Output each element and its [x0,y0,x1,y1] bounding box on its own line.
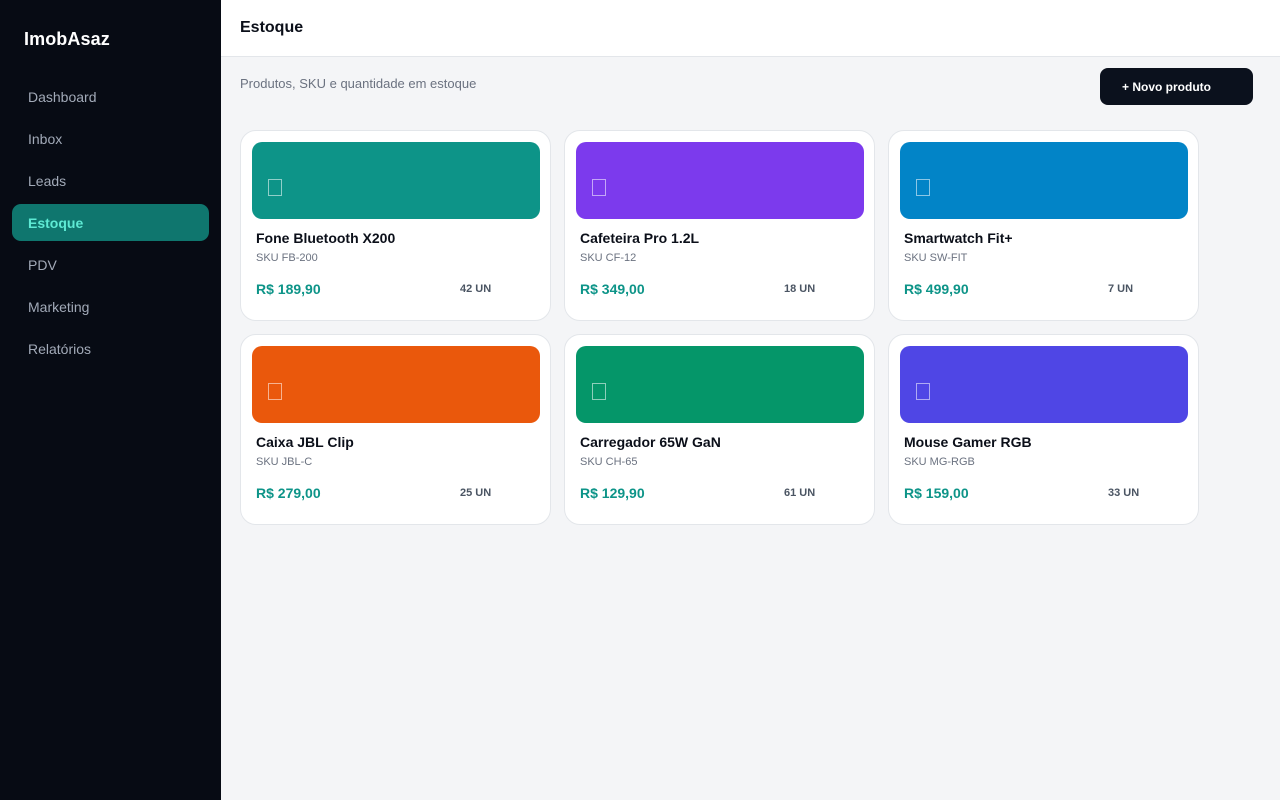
product-quantity: 25 UN [460,487,492,499]
product-name: Fone Bluetooth X200 [256,230,396,246]
new-product-button[interactable]: + Novo produto [1100,68,1253,105]
product-sku: SKU CH-65 [580,456,638,468]
image-placeholder-icon [916,383,930,400]
product-name: Carregador 65W GaN [580,434,721,450]
product-price: R$ 349,00 [580,281,645,297]
sidebar: ImobAsaz Dashboard Inbox Leads Estoque PDV Ma… [0,0,221,800]
page-title: Estoque [240,19,304,36]
product-card[interactable]: Fone Bluetooth X200 SKU FB-200 R$ 189,90 42… [240,130,551,321]
sidebar-item-leads[interactable]: Leads [12,162,209,199]
product-thumbnail [576,346,864,423]
product-thumbnail [900,142,1188,219]
product-card[interactable]: Smartwatch Fit+ SKU SW-FIT R$ 499,90 7 UN [888,130,1199,321]
product-thumbnail [252,346,540,423]
product-sku: SKU FB-200 [256,252,318,264]
product-thumbnail [576,142,864,219]
product-thumbnail [900,346,1188,423]
sidebar-nav: Dashboard Inbox Leads Estoque PDV Marketing Re… [12,78,209,372]
brand-logo[interactable]: ImobAsaz [24,29,110,50]
product-name: Smartwatch Fit+ [904,230,1013,246]
sidebar-item-marketing[interactable]: Marketing [12,288,209,325]
product-quantity: 18 UN [784,283,816,295]
product-quantity: 7 UN [1108,283,1134,295]
product-price: R$ 279,00 [256,485,321,501]
product-sku: SKU MG-RGB [904,456,975,468]
product-price: R$ 189,90 [256,281,321,297]
image-placeholder-icon [592,383,606,400]
sidebar-item-inbox[interactable]: Inbox [12,120,209,157]
product-quantity: 42 UN [460,283,492,295]
product-name: Mouse Gamer RGB [904,434,1032,450]
product-price: R$ 499,90 [904,281,969,297]
product-sku: SKU CF-12 [580,252,637,264]
page-subtitle: Produtos, SKU e quantidade em estoque [240,76,477,91]
image-placeholder-icon [268,383,282,400]
product-grid: Fone Bluetooth X200 SKU FB-200 R$ 189,90 42… [240,130,1200,525]
image-placeholder-icon [916,179,930,196]
product-quantity: 61 UN [784,487,816,499]
product-card[interactable]: Caixa JBL Clip SKU JBL-C R$ 279,00 25 UN [240,334,551,525]
product-name: Cafeteira Pro 1.2L [580,230,700,246]
product-price: R$ 159,00 [904,485,969,501]
product-sku: SKU JBL-C [256,456,313,468]
product-quantity: 33 UN [1108,487,1140,499]
product-price: R$ 129,90 [580,485,645,501]
product-name: Caixa JBL Clip [256,434,354,450]
image-placeholder-icon [268,179,282,196]
product-card[interactable]: Carregador 65W GaN SKU CH-65 R$ 129,90 61 U… [564,334,875,525]
sidebar-item-pdv[interactable]: PDV [12,246,209,283]
image-placeholder-icon [592,179,606,196]
product-card[interactable]: Mouse Gamer RGB SKU MG-RGB R$ 159,00 33 UN [888,334,1199,525]
product-thumbnail [252,142,540,219]
product-card[interactable]: Cafeteira Pro 1.2L SKU CF-12 R$ 349,00 18 U… [564,130,875,321]
product-sku: SKU SW-FIT [904,252,968,264]
top-bar: Estoque [221,0,1280,57]
sidebar-item-dashboard[interactable]: Dashboard [12,78,209,115]
sidebar-item-estoque[interactable]: Estoque [12,204,209,241]
sidebar-item-relatorios[interactable]: Relatórios [12,330,209,367]
